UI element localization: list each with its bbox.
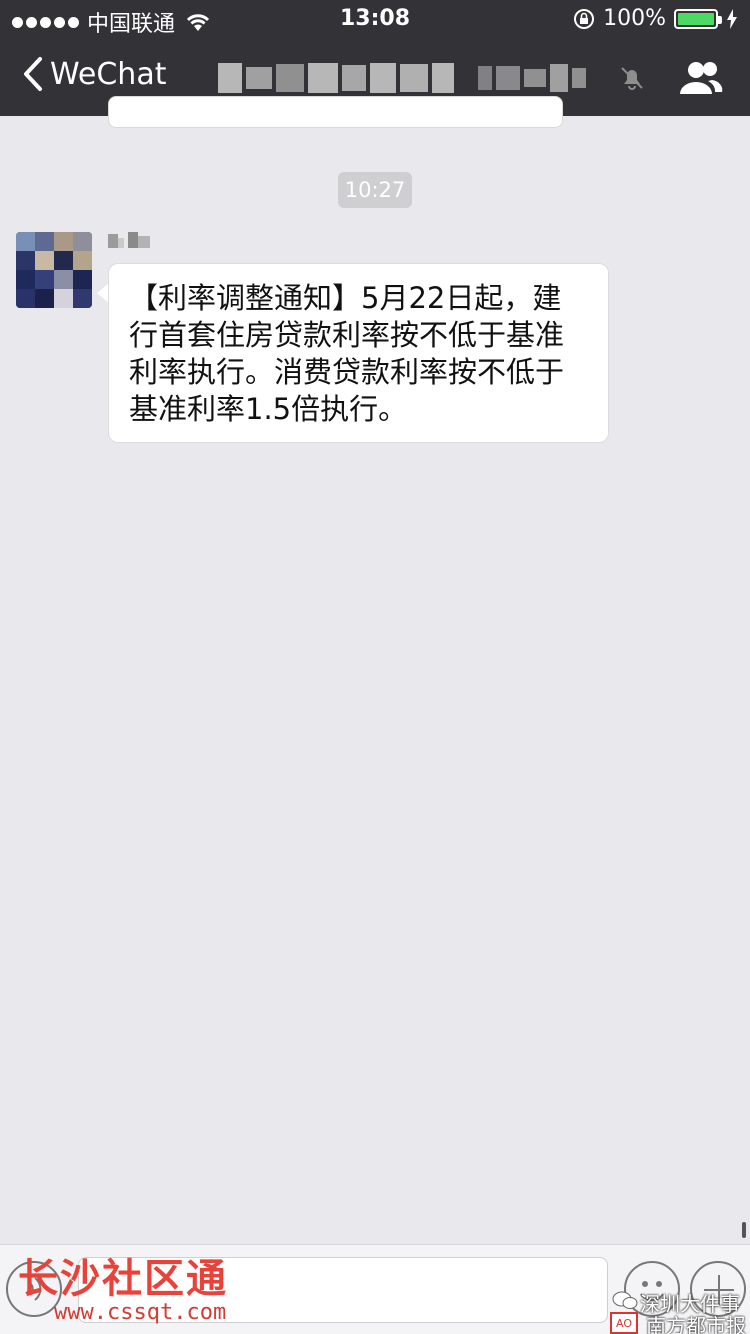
back-button[interactable]: WeChat [22,56,166,92]
scroll-indicator [742,1222,746,1238]
status-right: 100% [573,6,738,31]
charging-icon [727,8,737,29]
watermark-title: 长沙社区通 [18,1256,228,1302]
chevron-left-icon [24,57,42,91]
battery-percent: 100% [603,6,666,31]
chat-title-redacted [218,58,598,98]
watermark-right: AO 深圳大件事 南方都市报 [610,1288,750,1334]
mute-notification-icon [621,67,643,90]
orientation-lock-icon [574,8,595,29]
sender-avatar[interactable] [16,232,92,308]
newspaper-logo-icon: AO [610,1312,638,1334]
status-bar: 中国联通 13:08 100% [0,0,750,40]
watermark-right-line2: 南方都市报 [646,1314,746,1334]
watermark-url: www.cssqt.com [54,1300,227,1325]
message-text: 【利率调整通知】5月22日起，建行首套住房贷款利率按不低于基准利率执行。消费贷款… [129,281,565,426]
sender-name-redacted [108,232,150,248]
avatar-image [16,232,92,308]
battery-icon [674,8,722,29]
chat-members-icon[interactable] [678,58,724,98]
message-bubble[interactable]: 【利率调整通知】5月22日起，建行首套住房贷款利率按不低于基准利率执行。消费贷款… [108,263,609,443]
wechat-logo-icon [612,1291,638,1309]
svg-text:AO: AO [616,1317,632,1330]
watermark-left: 长沙社区通 www.cssqt.com [18,1258,228,1326]
previous-message-bubble [108,96,563,128]
back-label: WeChat [50,56,167,92]
message-timestamp: 10:27 [338,172,412,208]
